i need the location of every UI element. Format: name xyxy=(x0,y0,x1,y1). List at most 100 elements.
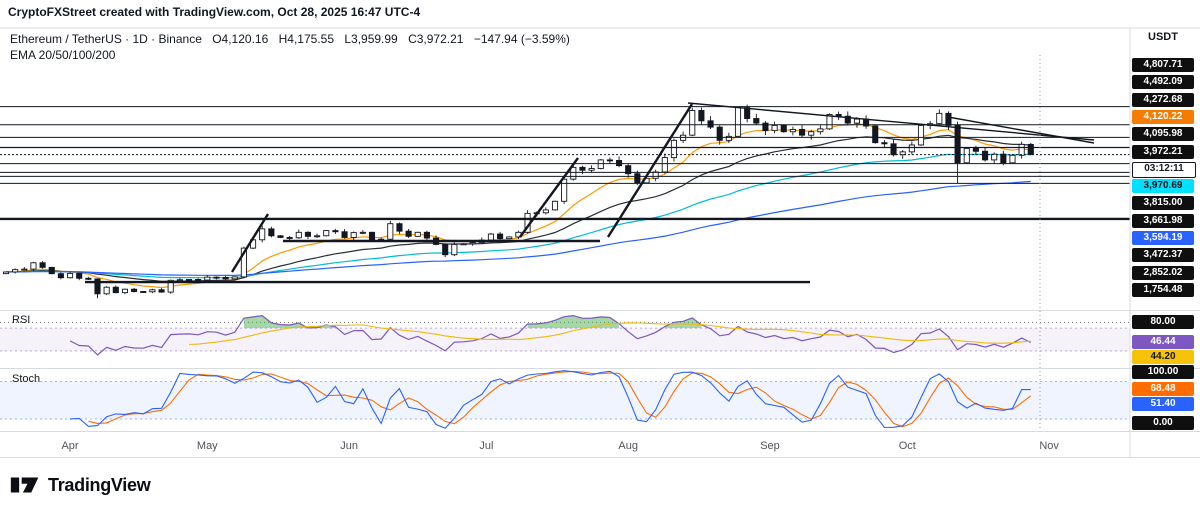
axis-stoch-label: 100.00 xyxy=(1132,365,1194,379)
axis-price-label: 3,972.21 xyxy=(1132,145,1194,159)
candle xyxy=(141,292,146,293)
chart-canvas[interactable]: AprMayJunJulAugSepOctNov xyxy=(0,0,1200,458)
axis-stoch-label: 51.40 xyxy=(1132,397,1194,411)
axis-currency-label: USDT xyxy=(1132,31,1194,43)
candle xyxy=(305,232,310,236)
candle xyxy=(607,160,612,161)
axis-rsi-label: 46.44 xyxy=(1132,335,1194,349)
candle xyxy=(982,151,987,160)
candle xyxy=(342,232,347,238)
candle xyxy=(937,113,942,123)
symbol-legend[interactable]: Ethereum / TetherUS · 1D · Binance O4,12… xyxy=(10,32,577,46)
axis-price-label: 1,754.48 xyxy=(1132,283,1194,297)
candle xyxy=(955,125,960,162)
axis-stoch-label: 0.00 xyxy=(1132,416,1194,430)
candle xyxy=(452,244,457,254)
candle xyxy=(1019,144,1024,155)
ema-20-line xyxy=(6,124,1031,288)
candle xyxy=(196,279,201,280)
tradingview-logo[interactable]: TradingView xyxy=(10,472,150,498)
rsi-pane xyxy=(0,316,1130,355)
candle xyxy=(67,273,72,277)
candle xyxy=(424,232,429,238)
candle xyxy=(616,160,621,165)
ohlc-close: C3,972.21 xyxy=(408,32,463,46)
candle xyxy=(397,224,402,231)
month-label: Nov xyxy=(1039,440,1059,452)
candle xyxy=(891,144,896,155)
month-label: Aug xyxy=(618,440,638,452)
candle xyxy=(507,237,512,239)
candle xyxy=(132,289,137,291)
candle xyxy=(40,263,45,268)
candle xyxy=(882,143,887,144)
candle xyxy=(461,244,466,245)
candle xyxy=(799,129,804,135)
candle xyxy=(22,269,27,270)
countdown-label: 03:12:11 xyxy=(1132,162,1196,178)
month-label: Apr xyxy=(61,440,78,452)
candle xyxy=(488,234,493,240)
tradingview-screenshot: CryptoFXStreet created with TradingView.… xyxy=(0,0,1200,514)
candle xyxy=(589,169,594,171)
candle xyxy=(315,236,320,237)
candle xyxy=(562,179,567,201)
price-change: −147.94 (−3.59%) xyxy=(474,32,570,46)
axis-rsi-label: 80.00 xyxy=(1132,315,1194,329)
ema-50-line xyxy=(6,135,1031,281)
candle xyxy=(113,287,118,292)
candle xyxy=(1028,144,1033,154)
candle xyxy=(598,160,603,169)
candle xyxy=(351,233,356,238)
candle xyxy=(552,201,557,210)
candle xyxy=(232,277,237,279)
candle xyxy=(854,119,859,123)
month-label: May xyxy=(197,440,218,452)
candle xyxy=(278,236,283,238)
candle xyxy=(260,229,265,240)
candle xyxy=(77,273,82,278)
trendline xyxy=(232,214,268,272)
candle xyxy=(186,279,191,280)
candle xyxy=(333,231,338,232)
axis-price-label: 4,095.98 xyxy=(1132,127,1194,141)
candle xyxy=(809,132,814,135)
ohlc-high: H4,175.55 xyxy=(279,32,334,46)
candle xyxy=(918,125,923,145)
price-pane xyxy=(0,103,1130,298)
axis-price-label: 4,807.71 xyxy=(1132,58,1194,72)
candle xyxy=(781,125,786,131)
month-label: Jun xyxy=(340,440,358,452)
candle xyxy=(1001,154,1006,163)
candle xyxy=(415,232,420,236)
candle xyxy=(699,110,704,120)
ohlc-open: O4,120.16 xyxy=(212,32,268,46)
tradingview-wordmark: TradingView xyxy=(48,475,150,496)
candle xyxy=(635,174,640,183)
candle xyxy=(324,231,329,236)
candle xyxy=(296,232,301,237)
candle xyxy=(964,148,969,162)
candle xyxy=(406,231,411,236)
candle xyxy=(388,224,393,240)
candle xyxy=(498,234,503,239)
trendline xyxy=(608,104,692,237)
trendline xyxy=(688,103,1094,140)
candle xyxy=(31,263,36,269)
axis-rsi-label: 44.20 xyxy=(1132,350,1194,364)
axis-price-label: 4,492.09 xyxy=(1132,75,1194,89)
candle xyxy=(873,126,878,143)
rsi-pane-label[interactable]: RSI xyxy=(12,314,30,326)
candle xyxy=(13,270,18,272)
candle xyxy=(909,145,914,152)
candle xyxy=(708,121,713,127)
price-axis[interactable]: USDT 4,807.714,492.094,272.684,120.224,0… xyxy=(1130,0,1200,458)
candle xyxy=(177,280,182,281)
axis-price-label: 3,472.37 xyxy=(1132,248,1194,262)
symbol-title: Ethereum / TetherUS · 1D · Binance xyxy=(10,32,202,46)
candle xyxy=(223,277,228,278)
stoch-pane-label[interactable]: Stoch xyxy=(12,373,40,385)
stoch-pane xyxy=(0,371,1130,429)
candle xyxy=(470,243,475,244)
ema-legend[interactable]: EMA 20/50/100/200 xyxy=(10,48,115,62)
